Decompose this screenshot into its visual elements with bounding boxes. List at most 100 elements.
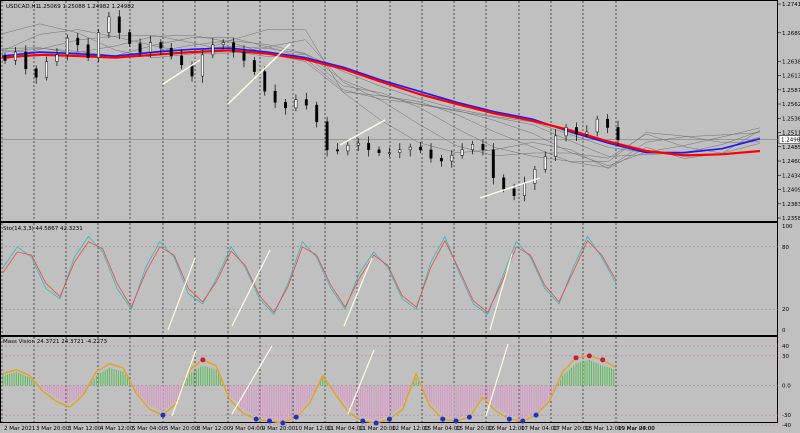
candle-body [606,118,610,128]
sto-tick-label: 100 [782,224,793,230]
candle-body [398,149,402,153]
candle-body [616,127,620,141]
price-tick-label: 1.24855 [782,145,800,151]
price-tick-label: 1.25875 [782,88,800,94]
candle-body [138,43,142,53]
mass-trough-marker [253,416,259,422]
candle-body [512,188,516,196]
candle-body [273,90,277,103]
price-tick-label: 1.26130 [782,74,800,80]
mass-tick-label: -30 [782,413,791,419]
candle-body [76,37,80,46]
mass-tick-label: 40 [782,344,789,350]
candle-body [533,169,537,184]
mass-trough-marker [386,416,392,422]
candle-body [460,149,464,156]
candle-body [3,55,7,61]
chart-canvas[interactable]: 1.27410 1.26895 1.26385 1.26130 1.25875 1.256… [0,0,800,433]
price-tick-label: 1.25620 [782,102,800,108]
time-axis-label: 8 Mar 12:00 [197,426,231,432]
candle-body [190,64,194,77]
mass-peak-marker [573,355,579,361]
time-axis-label: 4 Mar 12:00 [100,426,134,432]
price-panel[interactable]: 1.27410 1.26895 1.26385 1.26130 1.25875 1.256… [0,0,800,223]
candle-body [325,121,329,151]
candle-body [24,51,28,70]
mass-trough-marker [360,418,366,424]
time-axis-label: 9 Mar 04:00 [230,426,264,432]
candle-body [429,149,433,159]
price-tick-label: 1.26385 [782,59,800,65]
candle-body [13,51,17,61]
candle-body [97,32,100,58]
candle-body [169,47,173,57]
candle-body [107,16,111,33]
mass-peak-marker [586,353,592,359]
candle-body [450,155,454,162]
mass-tick-label: 30 [782,354,789,360]
price-tick-label: 1.24090 [782,188,800,194]
candle-body [221,42,225,46]
time-axis-label: 16 Mar 12:00 [488,426,525,432]
candle-body [128,32,132,44]
candle-body [419,146,423,151]
candle-body [367,142,371,151]
candle-body [356,142,360,146]
mass-trough-marker [453,418,459,424]
sto-tick-label: 80 [782,245,789,251]
candle-body [346,145,350,152]
time-axis-label: 11 Mar 20:00 [359,426,396,432]
candle-body [232,42,236,53]
candle-body [543,156,547,170]
candle-body [65,37,69,56]
mass-trough-marker [293,414,299,420]
chart-window[interactable]: 1.27410 1.26895 1.26385 1.26130 1.25875 1.256… [0,0,800,433]
candle-body [55,54,59,62]
stochastic-title: Sto(14,3,3) 44.5867 42.3231 [3,226,83,232]
price-tick-label: 1.23580 [782,216,800,222]
candle-body [149,42,152,53]
time-axis-label: 5 Mar 04:00 [132,426,166,432]
time-axis-label: 5 Mar 20:00 [165,426,199,432]
candle-body [252,60,256,72]
candle-body [523,183,526,196]
mass-trough-marker [533,412,539,418]
mass-vision-panel[interactable]: 40 30 0.0 -30 -40 [0,336,792,430]
candle-body [294,99,298,109]
price-tick-label: 1.24345 [782,173,800,179]
candle-body [491,149,495,179]
time-axis-label: 2 Mar 2021 [4,426,35,432]
candle-body [595,118,599,133]
candle-body [200,54,204,77]
mass-vision-title: Mass Vision 24.3721 24.3721 -4.2273 [3,339,107,345]
mass-trough-marker [466,414,472,420]
candle-body [336,149,339,152]
candle-body [117,16,121,33]
mass-tick-label: -40 [782,423,791,429]
time-axis-label: 3 Mar 20:00 [36,426,70,432]
mass-tick-label: 0.0 [782,384,791,390]
time-axis: 2 Mar 2021 3 Mar 20:003 Mar 12:004 Mar 12… [4,426,655,432]
mass-trough-marker [520,418,526,424]
current-price-label: 1.24982 [781,138,800,144]
time-axis-label: 9 Mar 20:00 [262,426,296,432]
candle-body [387,152,391,154]
mass-trough-marker [506,416,512,422]
price-tick-label: 1.24600 [782,159,800,165]
candle-body [86,44,90,58]
sto-tick-label: 20 [782,307,789,313]
candle-body [45,61,49,78]
price-tick-label: 1.26895 [782,31,800,37]
candle-body [481,143,485,151]
candle-body [377,149,381,153]
symbol-label: USDCAD,H1 [6,4,39,10]
candle-body [304,99,308,106]
candle-body [242,51,246,61]
candle-body [408,146,412,151]
time-axis-label: 3 Mar 12:00 [68,426,102,432]
candle-body [502,177,506,190]
candle-body [564,127,568,137]
stochastic-panel[interactable]: 100 80 20 0 [0,222,793,336]
price-tick-label: 1.27410 [782,2,800,8]
mass-peak-marker [600,357,606,363]
